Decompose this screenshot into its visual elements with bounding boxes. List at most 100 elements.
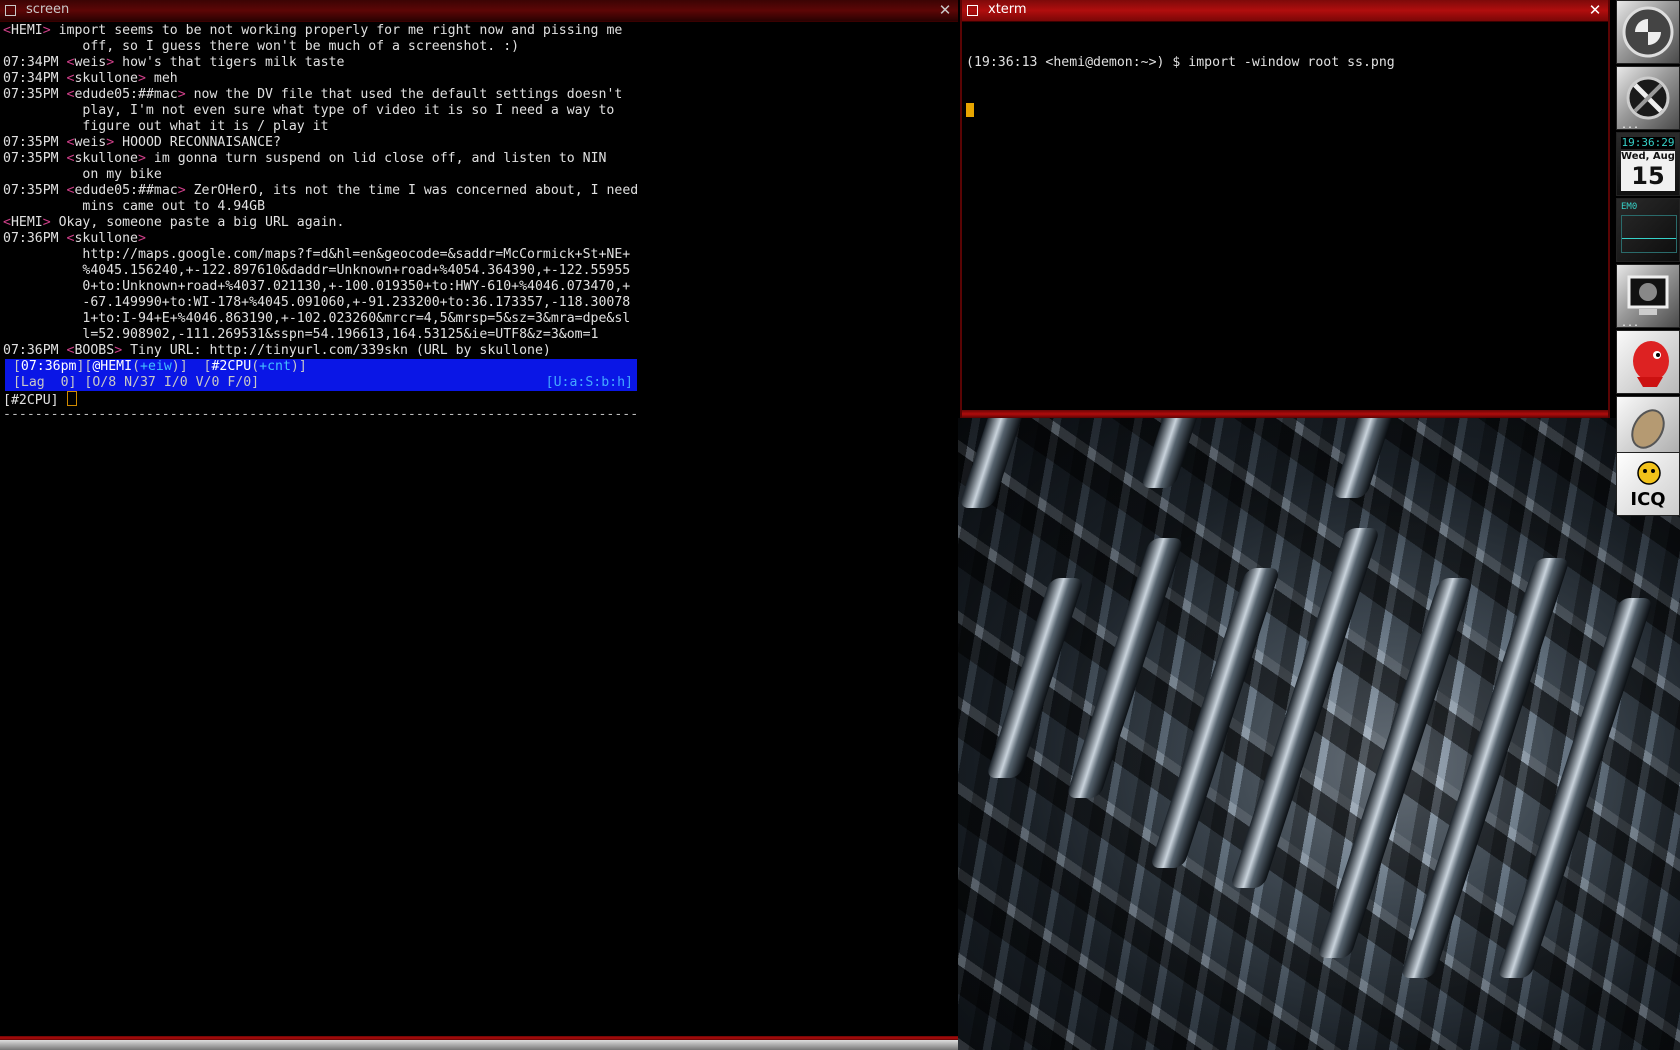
screen-titlebar[interactable]: screen ✕ (0, 0, 958, 22)
chat-line: play, I'm not even sure what type of vid… (3, 103, 955, 119)
dock-clock[interactable]: 19:36:29 Wed, Aug 15 (1616, 132, 1680, 196)
timestamp: 07:36PM (3, 231, 67, 246)
chat-line: %4045.156240,+-122.897610&daddr=Unknown+… (3, 263, 955, 279)
dock-network-monitor[interactable]: EM0 (1616, 198, 1680, 262)
nick-bracket: > (106, 135, 115, 150)
clock-calendar: Wed, Aug 15 (1621, 151, 1675, 191)
icq-mascot-icon: ICQ (1630, 461, 1666, 510)
chat-line: 1+to:I-94+E+%4046.863190,+-102.023260&mr… (3, 311, 955, 327)
nickname: weis (74, 55, 107, 70)
nickname: skullone (74, 151, 139, 166)
screen-window[interactable]: screen ✕ <HEMI> import seems to be not w… (0, 0, 958, 1040)
message-text: off, so I guess there won't be much of a… (3, 39, 520, 54)
dock-mouse-icon[interactable] (1616, 396, 1680, 460)
message-text: %4045.156240,+-122.897610&daddr=Unknown+… (3, 263, 631, 278)
xterm-titlebar[interactable]: xterm ✕ (962, 0, 1608, 22)
status-bracket: )] [ (171, 359, 212, 374)
clock-day: 15 (1631, 162, 1665, 190)
xterm-terminal[interactable]: (19:36:13 <hemi@demon:~>) $ import -wind… (966, 23, 1605, 408)
terminal-cursor (966, 103, 974, 117)
nickname: weis (74, 135, 107, 150)
status-bracket: [ (5, 359, 21, 374)
nick-bracket: < (3, 215, 11, 230)
status-lag: Lag 0 (20, 375, 69, 390)
message-text: l=52.908902,-111.269531&sspn=54.196613,1… (3, 327, 599, 342)
chat-line: 07:35PM <edude05:##mac> ZerOHerO, its no… (3, 183, 955, 199)
status-bar-top: [07:36pm][@HEMI(+eiw)] [#2CPU(+cnt)] (5, 359, 637, 375)
command-line: (19:36:13 <hemi@demon:~>) $ import -wind… (966, 55, 1395, 70)
close-icon[interactable]: ✕ (936, 1, 954, 19)
dock-launcher-icon[interactable] (1616, 0, 1680, 64)
dock-tools-icon[interactable]: ... (1616, 66, 1680, 131)
message-text: figure out what it is / play it (3, 119, 329, 134)
nick-bracket: > (114, 343, 123, 358)
monitor-label: EM0 (1621, 202, 1638, 212)
message-text: import seems to be not working properly … (50, 23, 623, 38)
chat-line: off, so I guess there won't be much of a… (3, 39, 955, 55)
chat-line: http://maps.google.com/maps?f=d&hl=en&ge… (3, 247, 955, 263)
status-bracket: [ (5, 375, 21, 390)
network-graph (1621, 215, 1677, 253)
input-cursor (66, 391, 77, 406)
message-text: play, I'm not even sure what type of vid… (3, 103, 615, 118)
dock-terminal-icon[interactable]: ... (1616, 264, 1680, 329)
desktop-bottom-strip (0, 1040, 958, 1050)
timestamp: 07:36PM (3, 343, 67, 358)
status-counts: O/8 N/37 I/0 V/0 F/0 (92, 375, 252, 390)
dock-dragon-icon[interactable] (1616, 330, 1680, 394)
message-text: 1+to:I-94+E+%4046.863190,+-102.023260&mr… (3, 311, 631, 326)
message-text: http://maps.google.com/maps?f=d&hl=en&ge… (3, 247, 631, 262)
message-text: on my bike (3, 167, 162, 182)
message-text: how's that tigers milk taste (114, 55, 345, 70)
window-frame-bottom[interactable] (0, 1036, 958, 1040)
nick-bracket: > (42, 23, 51, 38)
chat-line: 07:36PM <BOOBS> Tiny URL: http://tinyurl… (3, 343, 955, 359)
input-line[interactable]: [#2CPU] (3, 391, 955, 408)
window-menu-icon[interactable] (5, 5, 16, 16)
window-menu-icon[interactable] (967, 5, 978, 16)
chat-line: <HEMI> import seems to be not working pr… (3, 23, 955, 39)
dock: ... 19:36:29 Wed, Aug 15 EM0 ... ICQ (1616, 0, 1680, 516)
chat-line: 0+to:Unknown+road+%4037.021130,+-100.019… (3, 279, 955, 295)
nickname: skullone (74, 71, 139, 86)
nickname: BOOBS (74, 343, 115, 358)
window-title: screen (26, 2, 70, 17)
status-user-modes: [U:a:S:b:h] (545, 375, 633, 390)
timestamp: 07:34PM (3, 71, 67, 86)
xterm-window[interactable]: xterm ✕ (19:36:13 <hemi@demon:~>) $ impo… (960, 0, 1610, 418)
input-prompt: [#2CPU] (3, 393, 67, 408)
message-text: mins came out to 4.94GB (3, 199, 266, 214)
timestamp: 07:35PM (3, 87, 67, 102)
status-bracket: ] [ (68, 375, 93, 390)
nickname: HEMI (10, 215, 43, 230)
message-text: -67.149990+to:WI-178+%4045.091060,+-91.2… (3, 295, 631, 310)
desktop-wallpaper (958, 418, 1680, 1050)
timestamp: 07:35PM (3, 183, 67, 198)
nickname: HEMI (10, 23, 43, 38)
nick-bracket: > (106, 55, 115, 70)
irc-terminal[interactable]: <HEMI> import seems to be not working pr… (3, 23, 955, 1030)
nickname: edude05:##mac (74, 183, 178, 198)
status-channel: #2CPU (211, 359, 252, 374)
dragon-mascot-icon (1633, 341, 1669, 387)
svg-text:ICQ: ICQ (1630, 489, 1665, 510)
nick-bracket: > (177, 183, 186, 198)
timestamp: 07:35PM (3, 135, 67, 150)
status-bracket: ] (251, 375, 260, 390)
chat-line: 07:35PM <weis> HOOOD RECONNAISANCE? (3, 135, 955, 151)
chat-line: -67.149990+to:WI-178+%4045.091060,+-91.2… (3, 295, 955, 311)
chat-line: 07:35PM <edude05:##mac> now the DV file … (3, 87, 955, 103)
dock-icq-icon[interactable]: ICQ (1616, 452, 1680, 516)
message-text: 0+to:Unknown+road+%4037.021130,+-100.019… (3, 279, 631, 294)
chat-line: 07:34PM <skullone> meh (3, 71, 955, 87)
timestamp: 07:34PM (3, 55, 67, 70)
nickname: edude05:##mac (74, 87, 178, 102)
chat-line: 07:34PM <weis> how's that tigers milk ta… (3, 55, 955, 71)
close-icon[interactable]: ✕ (1586, 1, 1604, 19)
nick-bracket: > (138, 71, 146, 86)
chat-line: 07:35PM <skullone> im gonna turn suspend… (3, 151, 955, 167)
window-frame-bottom[interactable] (962, 410, 1608, 418)
status-bracket: ( (132, 359, 141, 374)
chat-line: figure out what it is / play it (3, 119, 955, 135)
chat-line: l=52.908902,-111.269531&sspn=54.196613,1… (3, 327, 955, 343)
